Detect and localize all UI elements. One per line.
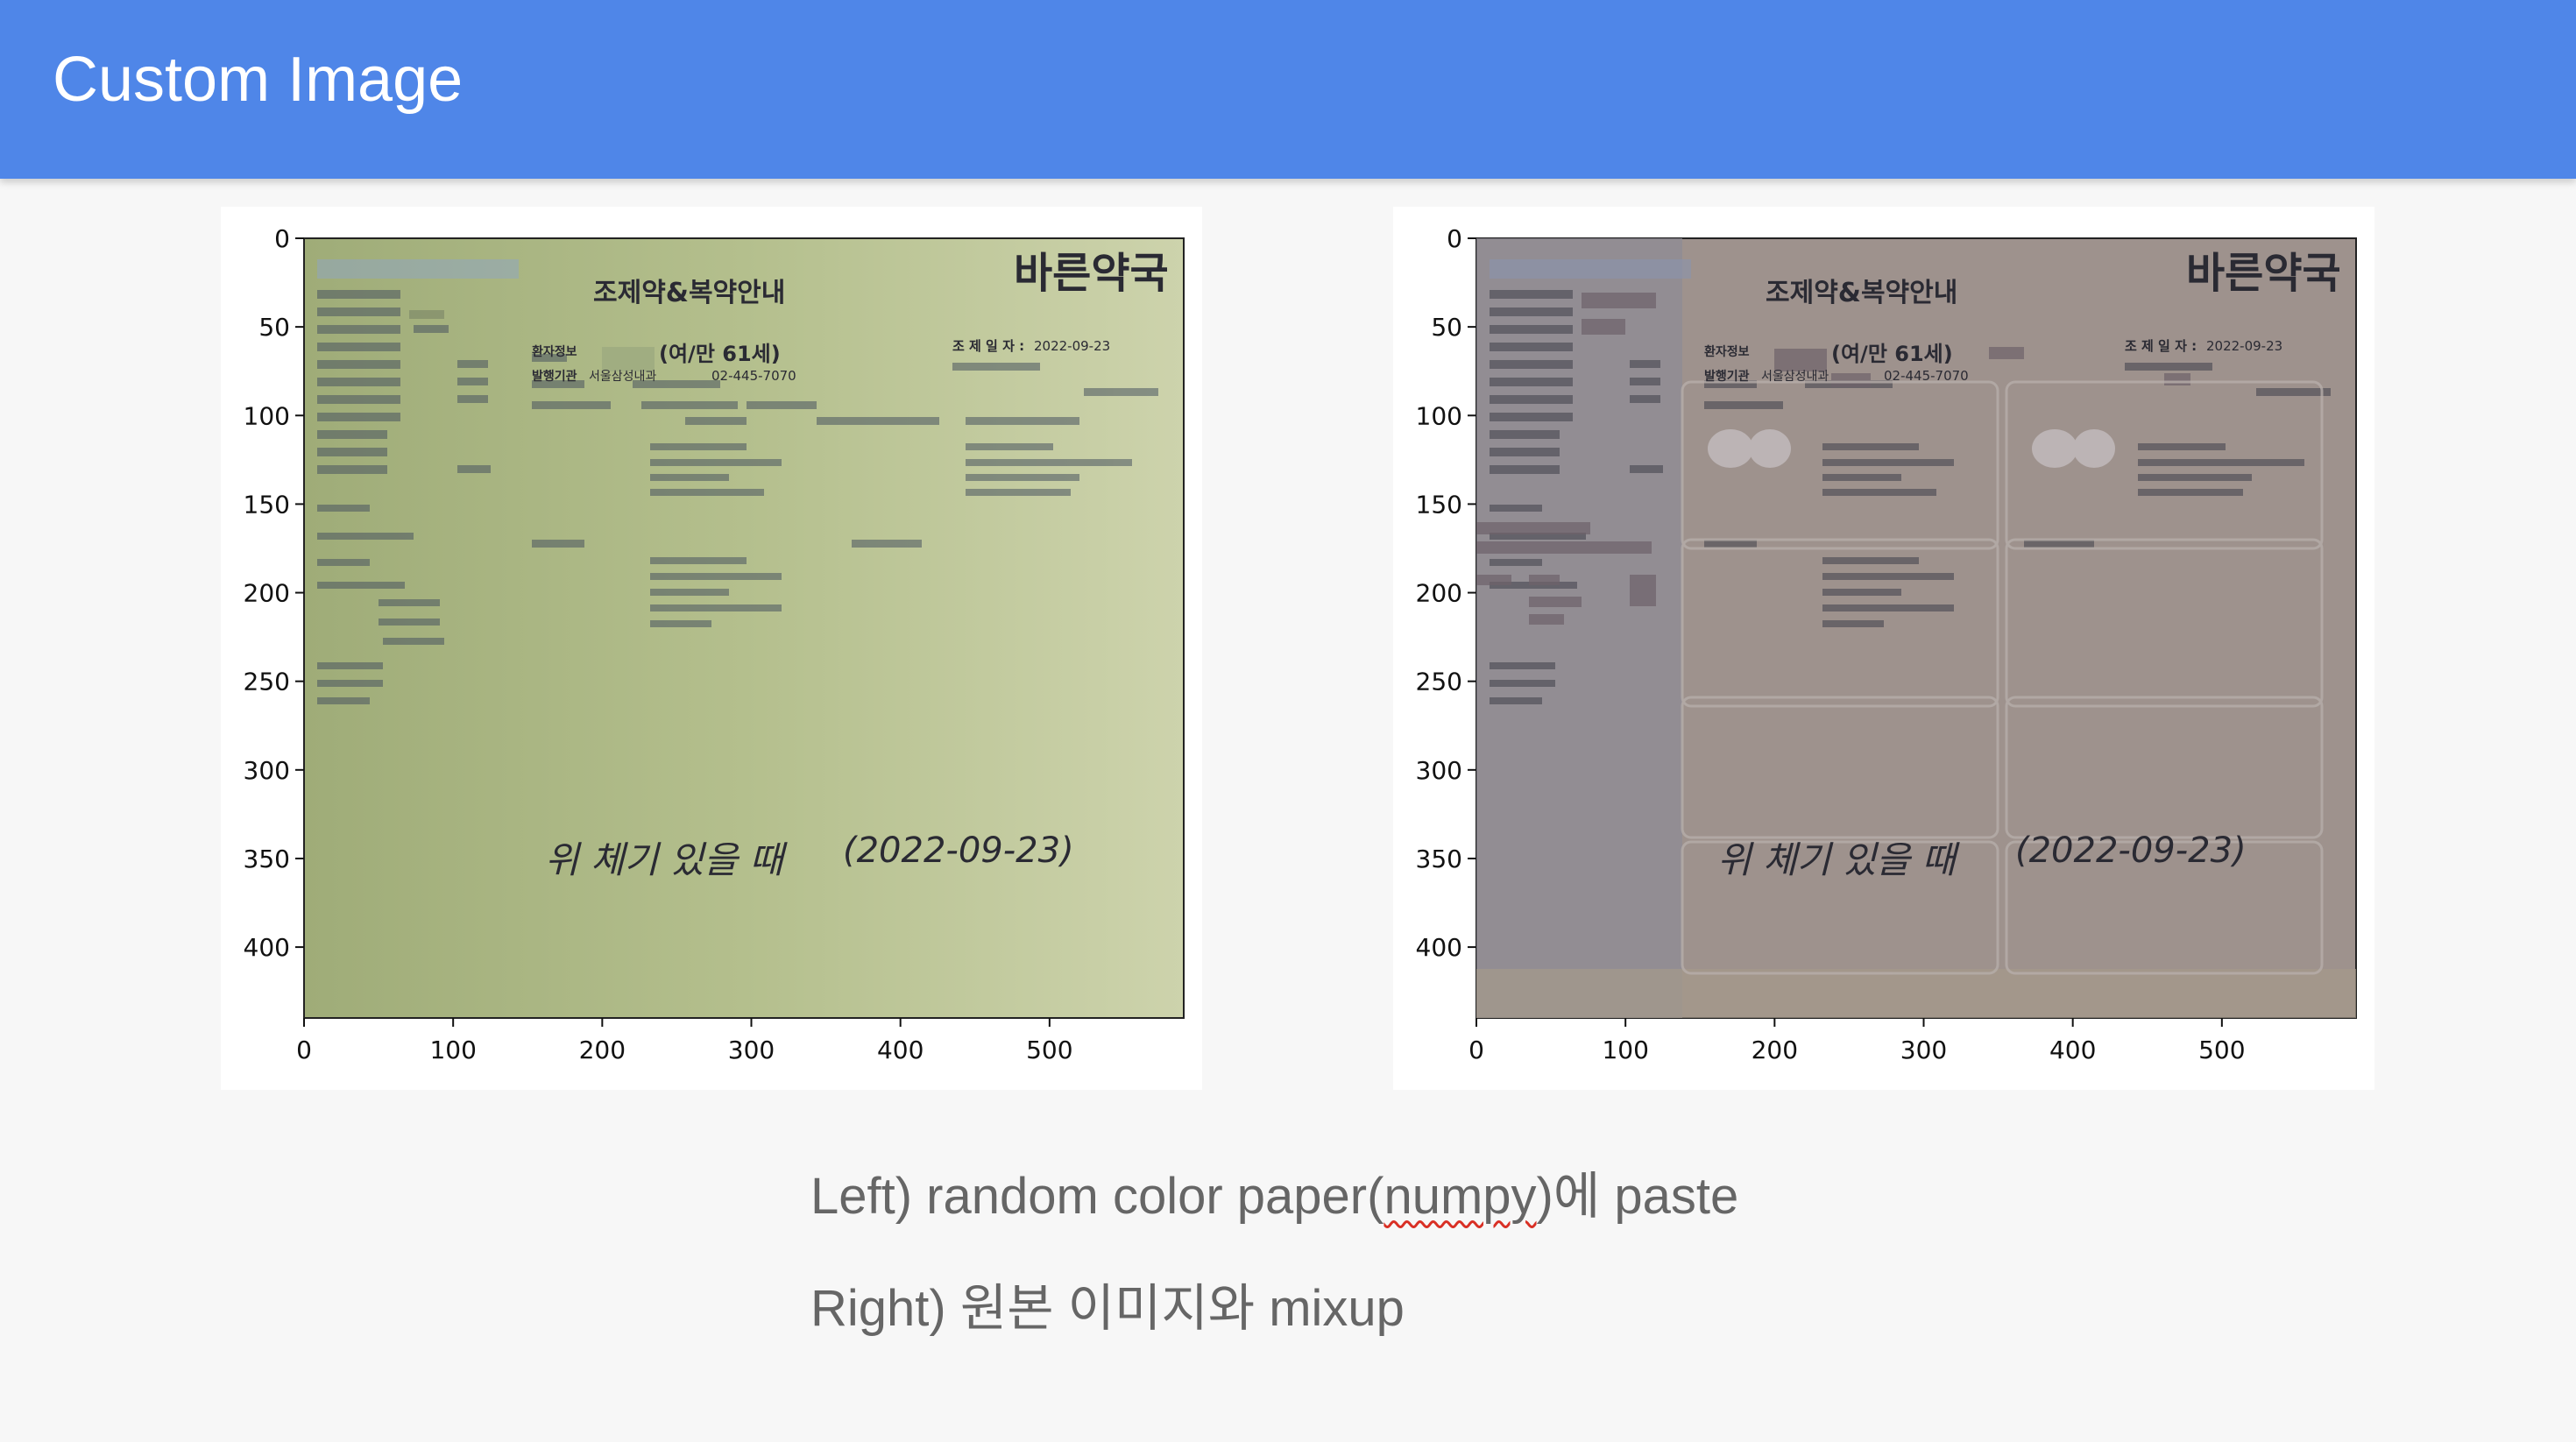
right-x-axis: 0 100 200 300 400 500	[1468, 1018, 2246, 1064]
x-tick-label: 100	[429, 1036, 476, 1064]
slide-header: Custom Image	[0, 0, 2576, 179]
left-doc-pharmacy: 바른약국	[1014, 249, 1169, 298]
y-tick-label: 0	[274, 224, 290, 253]
y-tick-label: 250	[244, 668, 290, 696]
right-doc-heading: 조제약&복약안내	[1766, 278, 1957, 308]
x-tick-label: 300	[728, 1036, 775, 1064]
y-tick-label: 250	[1416, 668, 1462, 696]
y-tick-label: 50	[1431, 313, 1462, 342]
x-tick-label: 200	[1752, 1036, 1798, 1064]
left-doc-date-value: 2022-09-23	[1034, 338, 1110, 354]
y-tick-label: 150	[1416, 490, 1462, 519]
left-x-axis: 0 100 200 300 400 500	[296, 1018, 1073, 1064]
right-doc-phone: 02-445-7070	[1884, 368, 1969, 384]
caption-line1-suffix: )에 paste	[1536, 1168, 1739, 1225]
right-image-panel: 조제약&복약안내 바른약국 조 제 일 자 : 2022-09-23 환자정보 …	[1393, 207, 2374, 1090]
x-tick-label: 100	[1602, 1036, 1648, 1064]
x-tick-label: 400	[877, 1036, 924, 1064]
y-tick-label: 300	[1416, 756, 1462, 785]
right-doc-handwriting-1: 위 체기 있을 때	[1717, 838, 1960, 881]
left-doc-handwriting-2: (2022-09-23)	[843, 831, 1074, 871]
right-doc-patient-label: 환자정보	[1704, 344, 1750, 359]
right-doc-date-value: 2022-09-23	[2206, 338, 2282, 354]
x-tick-label: 200	[579, 1036, 626, 1064]
right-doc-issuer-value: 서울삼성내과	[1761, 370, 1829, 384]
y-tick-label: 50	[258, 313, 290, 342]
right-doc-pharmacy: 바른약국	[2186, 249, 2341, 298]
y-tick-label: 350	[244, 845, 290, 873]
right-plot: 조제약&복약안내 바른약국 조 제 일 자 : 2022-09-23 환자정보 …	[1416, 224, 2357, 1064]
left-doc-patient-age: (여/만 61세)	[659, 342, 781, 366]
y-tick-label: 400	[244, 933, 290, 962]
y-tick-label: 100	[1416, 401, 1462, 430]
y-tick-label: 0	[1447, 224, 1462, 253]
left-doc-issuer-label: 발행기관	[532, 369, 577, 384]
left-y-axis: 0 50 100 150 200 250 300 350 400	[244, 224, 304, 962]
left-doc-issuer-value: 서울삼성내과	[589, 370, 656, 384]
caption-left-description: Left) random color paper(numpy)에 paste	[810, 1155, 1738, 1228]
y-tick-label: 100	[244, 401, 290, 430]
y-tick-label: 400	[1416, 933, 1462, 962]
y-tick-label: 350	[1416, 845, 1462, 873]
left-doc-phone: 02-445-7070	[711, 368, 796, 384]
x-tick-label: 400	[2049, 1036, 2096, 1064]
left-doc-date-label: 조 제 일 자 :	[952, 338, 1024, 354]
right-y-axis: 0 50 100 150 200 250 300 350 400	[1416, 224, 1476, 962]
x-tick-label: 300	[1900, 1036, 1947, 1064]
y-tick-label: 200	[244, 579, 290, 608]
caption-line1-prefix: Left) random color paper(	[810, 1168, 1384, 1225]
caption-line1-misspelled-word: numpy	[1384, 1168, 1537, 1225]
slide-title: Custom Image	[53, 45, 464, 115]
y-tick-label: 200	[1416, 579, 1462, 608]
left-doc-handwriting-1: 위 체기 있을 때	[545, 838, 788, 881]
right-doc-date-label: 조 제 일 자 :	[2125, 338, 2197, 354]
right-doc-issuer-label: 발행기관	[1704, 369, 1750, 384]
left-doc-patient-label: 환자정보	[532, 344, 577, 359]
y-tick-label: 150	[244, 490, 290, 519]
right-doc-handwriting-2: (2022-09-23)	[2015, 831, 2247, 871]
x-tick-label: 0	[296, 1036, 312, 1064]
x-tick-label: 0	[1468, 1036, 1484, 1064]
left-plot: 조제약&복약안내 바른약국 조 제 일 자 : 2022-09-23 환자정보 …	[244, 224, 1185, 1064]
left-doc-heading: 조제약&복약안내	[593, 278, 785, 308]
x-tick-label: 500	[2198, 1036, 2245, 1064]
x-tick-label: 500	[1026, 1036, 1072, 1064]
caption-right-description: Right) 원본 이미지와 mixup	[810, 1280, 1405, 1337]
y-tick-label: 300	[244, 756, 290, 785]
right-doc-patient-age: (여/만 61세)	[1831, 342, 1953, 366]
left-image-panel: 조제약&복약안내 바른약국 조 제 일 자 : 2022-09-23 환자정보 …	[221, 207, 1202, 1090]
